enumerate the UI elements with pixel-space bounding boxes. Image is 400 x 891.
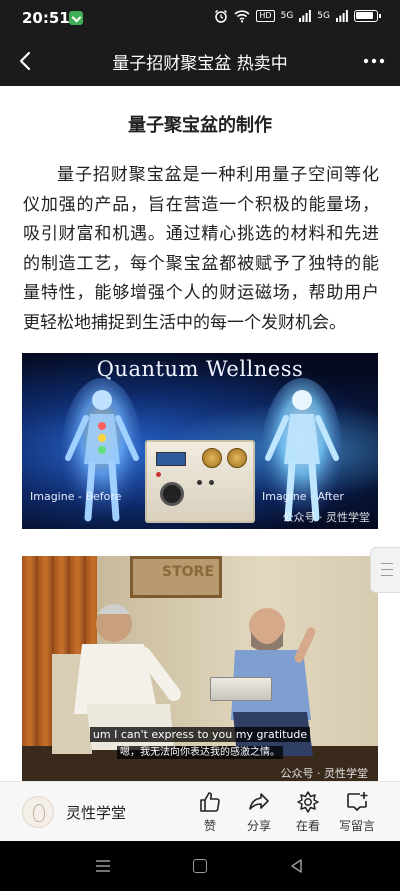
image-watermark: 公众号 · 灵性学堂	[282, 511, 371, 524]
status-time: 20:51	[22, 9, 70, 27]
wall-sign-text: STORE	[162, 564, 214, 580]
share-label: 分享	[246, 819, 271, 833]
article-content[interactable]: 量子聚宝盆的制作 量子招财聚宝盆是一种利用量子空间等化仪加强的产品，旨在营造一个…	[0, 86, 400, 781]
image-watermark: 公众号 · 灵性学堂	[280, 767, 369, 780]
device-button	[156, 472, 161, 477]
home-icon[interactable]	[193, 859, 207, 873]
comment-label: 写留言	[338, 819, 375, 833]
battery-icon	[354, 10, 381, 22]
quantum-device-small	[210, 677, 272, 701]
interview-video-image[interactable]: STORE um I can't express to you my grati…	[22, 556, 378, 781]
device-dial	[227, 448, 247, 468]
alarm-icon	[215, 9, 228, 23]
handle-line	[381, 575, 393, 576]
image-label-after: Imagine - After	[262, 490, 344, 503]
download-notification-icon	[69, 11, 83, 25]
handle-line	[381, 563, 393, 564]
share-arrow-icon	[249, 793, 269, 810]
signal-bars-icon	[336, 10, 348, 22]
article-paragraph: 量子招财聚宝盆是一种利用量子空间等化仪加强的产品，旨在营造一个积极的能量场，吸引…	[23, 165, 379, 333]
device-screen	[156, 452, 186, 466]
watching-flower-icon	[297, 791, 319, 813]
article-action-bar: 灵性学堂 赞 分享 在看 写留言	[0, 781, 400, 841]
system-back-icon[interactable]	[289, 858, 305, 874]
more-dots-icon[interactable]	[362, 50, 386, 72]
signal-5g-2: 5G	[317, 11, 330, 21]
device-knob	[160, 482, 184, 506]
side-drawer-handle[interactable]	[370, 547, 400, 593]
nav-bar: 量子招财聚宝盆 热卖中	[0, 36, 400, 86]
watching-button[interactable]: 在看	[283, 790, 333, 834]
page-title: 量子招财聚宝盆 热卖中	[112, 54, 288, 74]
video-subtitle-english: um I can't express to you my gratitude	[22, 727, 378, 742]
wifi-icon	[234, 10, 250, 23]
signal-bars-icon	[299, 10, 312, 22]
back-arrow-icon[interactable]	[16, 50, 36, 72]
write-comment-button[interactable]: 写留言	[332, 790, 382, 834]
handle-line	[381, 569, 393, 570]
article-heading: 量子聚宝盆的制作	[128, 115, 272, 136]
status-icons: HD 5G 5G	[214, 9, 381, 23]
account-name[interactable]: 灵性学堂	[66, 802, 126, 823]
video-subtitle-chinese: 嗯，我无法向你表达我的感激之情。	[22, 743, 378, 759]
subtitle-english-text: um I can't express to you my gratitude	[89, 727, 311, 742]
like-button[interactable]: 赞	[185, 790, 235, 834]
like-label: 赞	[203, 819, 216, 833]
signal-5g-1: 5G	[280, 11, 294, 21]
system-nav-bar	[0, 841, 400, 891]
subtitle-chinese-text: 嗯，我无法向你表达我的感激之情。	[117, 746, 283, 759]
recent-apps-icon[interactable]	[95, 859, 111, 873]
share-button[interactable]: 分享	[234, 790, 284, 834]
account-avatar[interactable]	[22, 796, 54, 828]
image-title: Quantum Wellness	[96, 357, 304, 381]
status-bar: 20:51 HD 5G 5G	[0, 0, 400, 36]
quantum-device	[145, 440, 255, 523]
hd-badge: HD	[256, 10, 275, 22]
image-label-before: Imagine - Before	[30, 490, 122, 503]
device-button	[209, 480, 214, 485]
comment-add-icon	[347, 792, 368, 811]
device-dial	[202, 448, 222, 468]
device-button	[197, 480, 202, 485]
quantum-wellness-image[interactable]: Quantum Wellness Imagine - Before Imagin…	[22, 353, 378, 529]
thumbs-up-icon	[200, 792, 220, 812]
watching-label: 在看	[295, 819, 320, 833]
